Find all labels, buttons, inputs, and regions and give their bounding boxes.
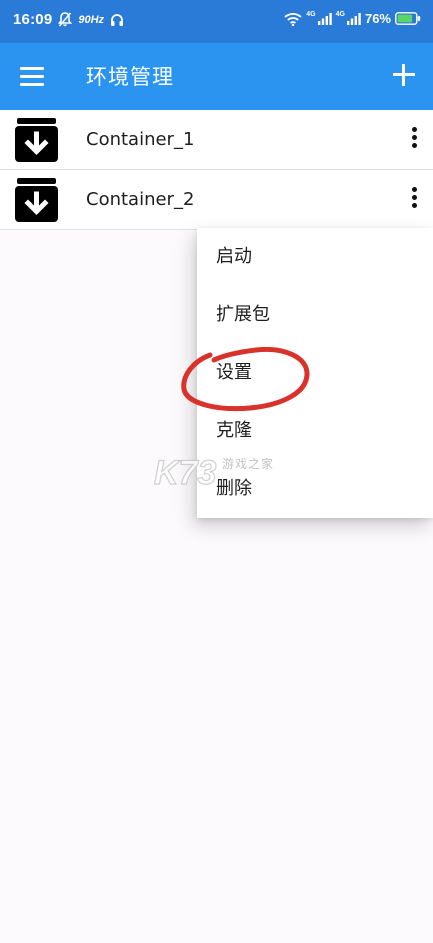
container-name: Container_2 — [86, 189, 195, 210]
refresh-rate: 90Hz — [78, 13, 105, 26]
archive-download-icon — [15, 118, 58, 162]
watermark-subtext: 游戏之家 — [222, 457, 275, 471]
menu-item-start[interactable]: 启动 — [197, 228, 433, 286]
status-left: 16:09 90Hz — [13, 11, 124, 28]
more-vert-icon[interactable] — [409, 127, 419, 151]
page-title: 环境管理 — [86, 65, 174, 89]
network-type-1: 4G — [306, 11, 316, 18]
app-bar: 环境管理 — [0, 43, 433, 110]
battery-percent: 76% — [364, 11, 391, 26]
plus-icon[interactable] — [393, 64, 415, 86]
battery-icon — [395, 12, 421, 25]
annotation-circle — [181, 347, 310, 412]
headphones-icon — [111, 14, 124, 26]
signal-icon — [317, 12, 332, 25]
archive-download-icon — [15, 178, 58, 222]
list-item[interactable]: Container_2 — [0, 170, 433, 230]
signal-icon — [346, 12, 361, 25]
status-right: 4G 4G 76% — [284, 11, 421, 26]
wifi-icon — [284, 12, 302, 26]
container-name: Container_1 — [86, 129, 195, 150]
status-time: 16:09 — [13, 11, 53, 28]
watermark-logo: K73 游戏之家 — [152, 452, 282, 492]
network-type-2: 4G — [335, 11, 345, 18]
container-list: Container_1 Container_2 — [0, 110, 433, 230]
status-bar: 16:09 90Hz 4G 4G 76% — [0, 0, 433, 43]
more-vert-icon[interactable] — [409, 187, 419, 211]
list-item[interactable]: Container_1 — [0, 110, 433, 170]
bell-off-icon — [58, 12, 73, 27]
menu-item-extensions[interactable]: 扩展包 — [197, 286, 433, 344]
watermark-text: K73 — [154, 454, 216, 492]
hamburger-menu-icon[interactable] — [20, 67, 44, 87]
